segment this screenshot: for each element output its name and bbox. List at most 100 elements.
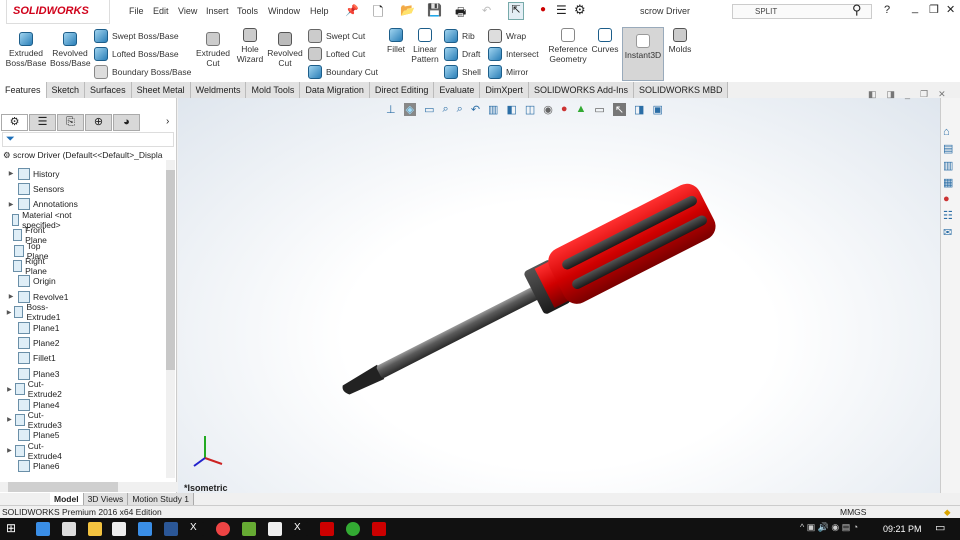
close-icon[interactable]: ✕ <box>946 3 955 16</box>
search-icon[interactable]: ⚲ <box>852 2 862 18</box>
taskbar-app-icon[interactable] <box>138 522 152 536</box>
tab-model[interactable]: Model <box>50 493 84 505</box>
tab-surfaces[interactable]: Surfaces <box>85 82 132 98</box>
filter-input[interactable]: ⏷ <box>2 132 174 147</box>
file-explorer-icon[interactable]: ▥ <box>943 159 958 172</box>
wrap-button[interactable]: Wrap <box>488 29 526 43</box>
file-properties-icon[interactable]: ☰ <box>556 3 567 17</box>
tab-mold-tools[interactable]: Mold Tools <box>246 82 301 98</box>
tree-item[interactable]: Sensors <box>4 181 64 196</box>
menu-window[interactable]: Window <box>268 6 300 16</box>
tree-item[interactable]: ▶ History <box>4 166 59 181</box>
reference-geometry-button[interactable]: Reference Geometry <box>546 28 590 64</box>
tab-sketch[interactable]: Sketch <box>46 82 86 98</box>
menu-view[interactable]: View <box>178 6 197 16</box>
forum-icon[interactable]: ✉ <box>943 226 958 239</box>
menu-insert[interactable]: Insert <box>206 6 229 16</box>
rib-button[interactable]: Rib <box>444 29 475 43</box>
revolved-cut-button[interactable]: Revolved Cut <box>266 32 304 68</box>
taskbar-calculator-icon[interactable] <box>62 522 76 536</box>
taskbar-solidworks-active-icon[interactable] <box>372 522 386 536</box>
revolved-boss-button[interactable]: Revolved Boss/Base <box>50 32 91 68</box>
resources-icon[interactable]: ⌂ <box>943 126 958 138</box>
lofted-boss-button[interactable]: Lofted Boss/Base <box>94 47 179 61</box>
tab-evaluate[interactable]: Evaluate <box>434 82 481 98</box>
tree-item[interactable]: Plane2 <box>4 335 59 350</box>
undo-icon[interactable]: ↶ <box>482 4 491 17</box>
menu-help[interactable]: Help <box>310 6 329 16</box>
mirror-button[interactable]: Mirror <box>488 65 528 79</box>
tree-root[interactable]: ⚙ scrow Driver (Default<<Default>_Displa <box>3 150 168 161</box>
solidworks-logo[interactable]: SOLIDWORKS <box>6 0 110 24</box>
tree-item[interactable]: ▶ Cut-Extrude3 <box>4 410 67 430</box>
tree-scrollbar[interactable] <box>166 160 175 478</box>
clock[interactable]: 09:21 PM <box>883 524 922 534</box>
open-icon[interactable]: 📂 <box>400 3 415 17</box>
taskbar-app-icon[interactable] <box>36 522 50 536</box>
screwdriver-model[interactable] <box>178 98 940 493</box>
dimxpert-manager-tab[interactable]: ⊕ <box>85 114 112 131</box>
taskbar-explorer-icon[interactable] <box>88 522 102 536</box>
taskbar-chrome-icon[interactable] <box>216 522 230 536</box>
tab-sheet-metal[interactable]: Sheet Metal <box>131 82 191 98</box>
extruded-cut-button[interactable]: Extruded Cut <box>194 32 232 68</box>
tree-item[interactable]: Fillet1 <box>4 351 56 366</box>
tab-mbd[interactable]: SOLIDWORKS MBD <box>633 82 729 98</box>
appearances-icon[interactable]: ● <box>943 193 958 205</box>
tree-item[interactable]: Plane6 <box>4 459 59 474</box>
shell-button[interactable]: Shell <box>444 65 481 79</box>
new-document-icon[interactable]: 🗋 <box>373 3 383 25</box>
tab-motion-study[interactable]: Motion Study 1 <box>128 493 195 505</box>
scroll-thumb[interactable] <box>166 170 175 370</box>
expand-arrow-icon[interactable]: ▶ <box>4 386 15 393</box>
tree-item[interactable]: ▶ Boss-Extrude1 <box>4 302 67 322</box>
restore-icon[interactable]: ❐ <box>929 3 939 16</box>
lofted-cut-button[interactable]: Lofted Cut <box>308 47 365 61</box>
rebuild-icon[interactable]: ● <box>540 4 546 15</box>
instant3d-button[interactable]: Instant3D <box>622 27 664 81</box>
menu-file[interactable]: File <box>129 6 144 16</box>
expand-arrow-icon[interactable]: ▶ <box>4 447 15 454</box>
intersect-button[interactable]: Intersect <box>488 47 539 61</box>
design-library-icon[interactable]: ▤ <box>943 142 958 155</box>
tree-item[interactable]: Plane1 <box>4 320 59 335</box>
help-icon[interactable]: ? <box>884 4 890 16</box>
tab-direct-editing[interactable]: Direct Editing <box>369 82 435 98</box>
tab-3d-views[interactable]: 3D Views <box>83 493 129 505</box>
system-tray-icons[interactable]: ^ ▣ 🔊 ◉ ▤ ◔ <box>800 522 858 533</box>
expand-arrow-icon[interactable]: ▶ <box>4 416 15 423</box>
configuration-manager-tab[interactable]: ⎘ <box>57 114 84 131</box>
extruded-boss-button[interactable]: Extruded Boss/Base <box>4 32 48 68</box>
tab-addins[interactable]: SOLIDWORKS Add-Ins <box>528 82 634 98</box>
windows-start-icon[interactable]: ⊞ <box>6 521 16 535</box>
fillet-button[interactable]: Fillet <box>384 28 408 54</box>
boundary-cut-button[interactable]: Boundary Cut <box>308 65 378 79</box>
save-icon[interactable]: 💾 <box>427 3 442 17</box>
molds-button[interactable]: Molds <box>666 28 694 54</box>
taskbar-app-icon[interactable] <box>242 522 256 536</box>
taskbar-word-icon[interactable] <box>164 522 178 536</box>
horizontal-scrollbar[interactable] <box>0 482 177 492</box>
h-scroll-thumb[interactable] <box>8 482 118 492</box>
expand-arrow-icon[interactable]: ▶ <box>4 170 18 177</box>
expand-arrow-icon[interactable]: ▶ <box>4 293 18 300</box>
tree-item[interactable]: ▶ Cut-Extrude4 <box>4 441 67 461</box>
tree-item[interactable]: Origin <box>4 274 56 289</box>
expand-arrow-icon[interactable]: ▶ <box>4 309 14 316</box>
linear-pattern-button[interactable]: Linear Pattern <box>410 28 440 64</box>
display-manager-tab[interactable]: ◕ <box>113 114 140 131</box>
tab-dimxpert[interactable]: DimXpert <box>480 82 529 98</box>
taskbar-app-icon[interactable] <box>346 522 360 536</box>
curves-button[interactable]: Curves <box>591 28 619 54</box>
select-icon[interactable]: ⇱ <box>508 2 524 20</box>
property-manager-tab[interactable]: ☰ <box>29 114 56 131</box>
menu-tools[interactable]: Tools <box>237 6 258 16</box>
options-gear-icon[interactable]: ⚙ <box>574 2 586 18</box>
chevron-right-icon[interactable]: › <box>166 116 169 127</box>
menu-edit[interactable]: Edit <box>153 6 169 16</box>
swept-boss-button[interactable]: Swept Boss/Base <box>94 29 179 43</box>
taskbar-app-icon[interactable] <box>268 522 282 536</box>
graphics-area[interactable]: ⊥ ◈ ▭ ⌕ ⌕ ↶ ▥ ◧ ◫ ◉ ● ▲ ▭ ↖ ◨ ▣ ◧ ◨ _ ❐ ✕ *Isometric <box>178 89 946 493</box>
action-center-icon[interactable]: ▭ <box>935 521 945 534</box>
pin-icon[interactable]: 📌 <box>345 4 359 17</box>
